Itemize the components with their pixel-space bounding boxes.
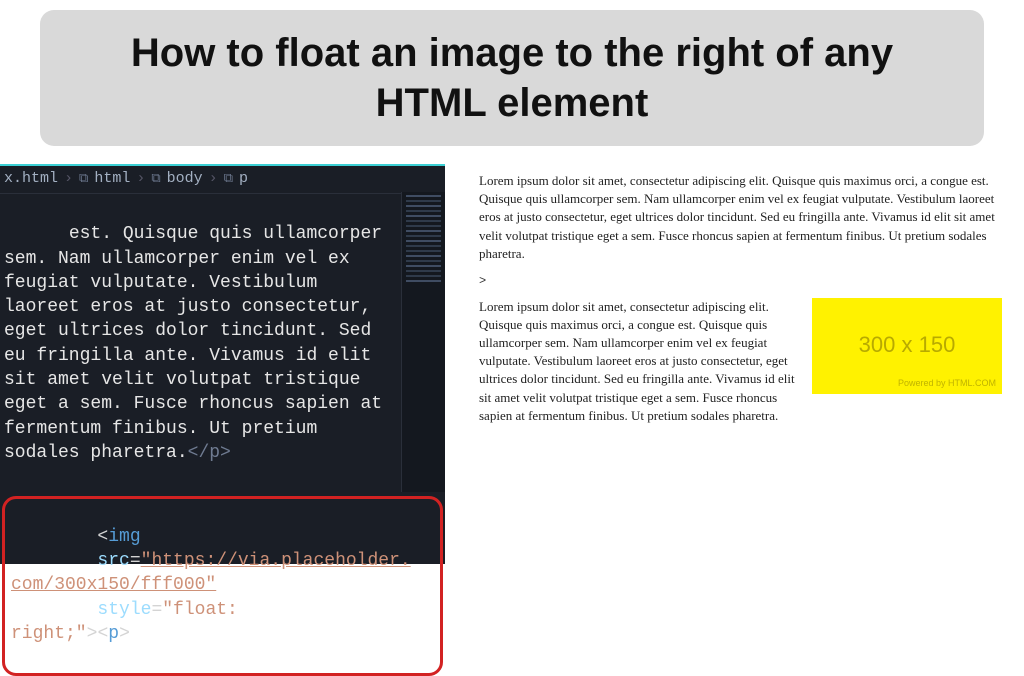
placeholder-attribution: Powered by HTML.COM xyxy=(898,377,996,390)
closing-p-tag: </p> xyxy=(188,443,231,463)
breadcrumb-file[interactable]: x.html xyxy=(4,170,58,187)
minimap[interactable] xyxy=(401,192,445,492)
highlighted-code: <img src="https://via.placeholder.com/30… xyxy=(2,496,443,676)
placeholder-dims: 300 x 150 xyxy=(859,330,956,361)
browser-preview: Lorem ipsum dolor sit amet, consectetur … xyxy=(445,164,1024,435)
editor-body[interactable]: est. Quisque quis ullamcorper sem. Nam u… xyxy=(0,194,445,494)
breadcrumb[interactable]: x.html › ⧉ html › ⧉ body › ⧉ p xyxy=(0,166,445,194)
code-braces-icon: ⧉ xyxy=(151,171,160,186)
title-banner: How to float an image to the right of an… xyxy=(40,10,984,146)
code-editor[interactable]: x.html › ⧉ html › ⧉ body › ⧉ p xyxy=(0,164,445,564)
page-title: How to float an image to the right of an… xyxy=(70,28,954,128)
chevron-right-icon: › xyxy=(209,170,218,187)
breadcrumb-body[interactable]: ⧉ body xyxy=(151,170,202,187)
code-braces-icon: ⧉ xyxy=(224,171,233,186)
preview-paragraph-1: Lorem ipsum dolor sit amet, consectetur … xyxy=(479,172,1002,263)
placeholder-image: 300 x 150 Powered by HTML.COM xyxy=(812,298,1002,394)
stray-gt: > xyxy=(479,273,1002,290)
breadcrumb-html[interactable]: ⧉ html xyxy=(79,170,130,187)
breadcrumb-p[interactable]: ⧉ p xyxy=(224,170,248,187)
chevron-right-icon: › xyxy=(136,170,145,187)
content-row: x.html › ⧉ html › ⧉ body › ⧉ p xyxy=(0,164,1024,564)
float-demo-block: 300 x 150 Powered by HTML.COM Lorem ipsu… xyxy=(479,298,1002,435)
chevron-right-icon: › xyxy=(64,170,73,187)
code-braces-icon: ⧉ xyxy=(79,171,88,186)
code-text: est. Quisque quis ullamcorper sem. Nam u… xyxy=(4,224,393,463)
